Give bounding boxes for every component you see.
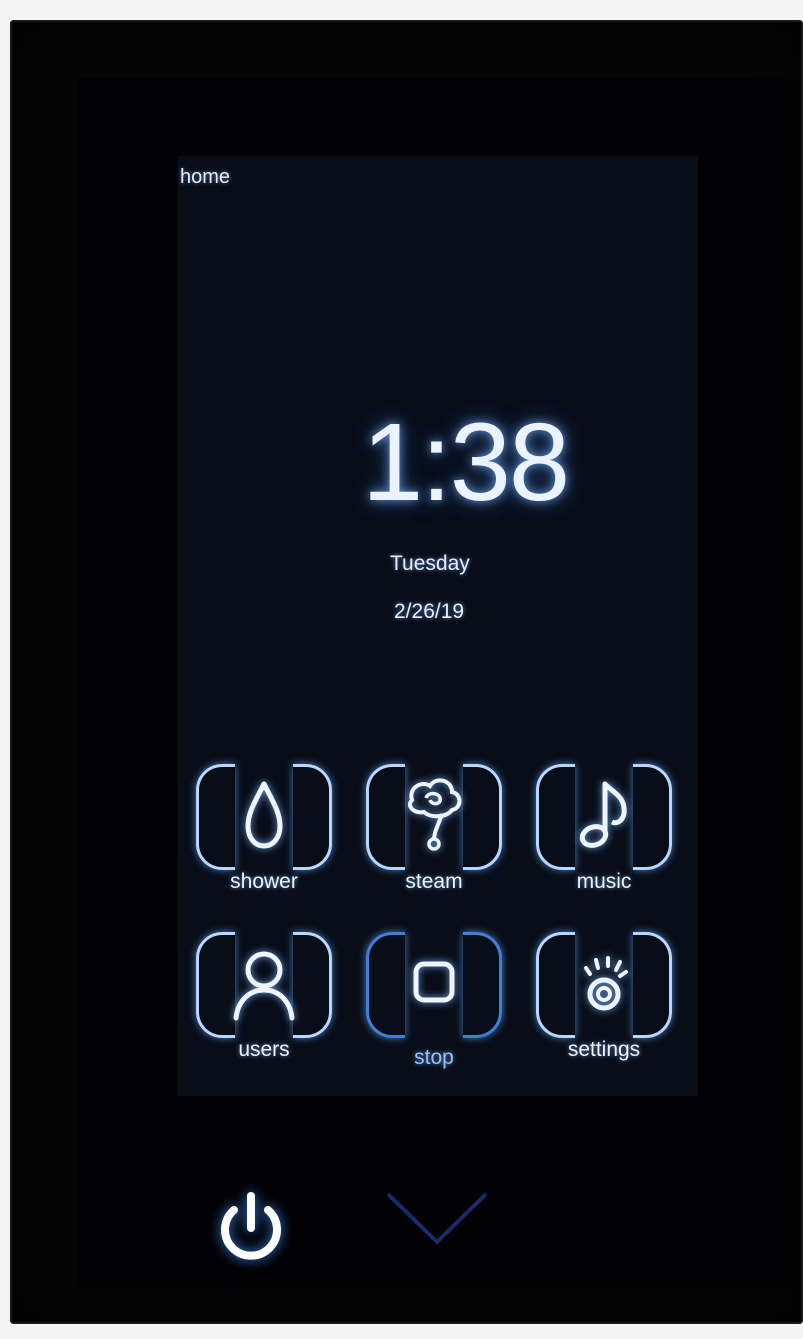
clock-date: 2/26/19 [394,600,465,623]
user-icon [220,938,308,1026]
chevron-down-icon [386,1192,488,1245]
stop-label: stop [414,1046,454,1069]
touch-screen: home 1:38 Tuesday 2/26/19 shower steam m… [178,156,698,1096]
clock-time: 1:38 [362,401,570,524]
settings-label: settings [567,1038,641,1061]
stop-square-icon [390,938,478,1026]
power-button[interactable] [212,1188,290,1268]
music-label: music [576,870,632,893]
steam-button[interactable]: steam [354,758,504,898]
shower-button[interactable]: shower [184,758,334,898]
steam-cloud-icon [390,770,478,858]
music-note-icon [560,770,648,858]
clock-weekday: Tuesday [390,552,470,575]
page-title: home [180,166,231,188]
power-icon [221,1192,281,1260]
water-drop-icon [220,770,308,858]
steam-label: steam [405,870,463,893]
settings-button[interactable]: settings [524,926,674,1066]
users-button[interactable]: users [184,926,334,1066]
users-label: users [238,1038,290,1061]
music-button[interactable]: music [524,758,674,898]
settings-sparkle-icon [560,938,648,1026]
control-panel-device: home 1:38 Tuesday 2/26/19 shower steam m… [10,20,803,1324]
down-button[interactable] [382,1186,492,1250]
shower-label: shower [230,870,298,893]
stop-button[interactable]: stop [354,926,504,1069]
